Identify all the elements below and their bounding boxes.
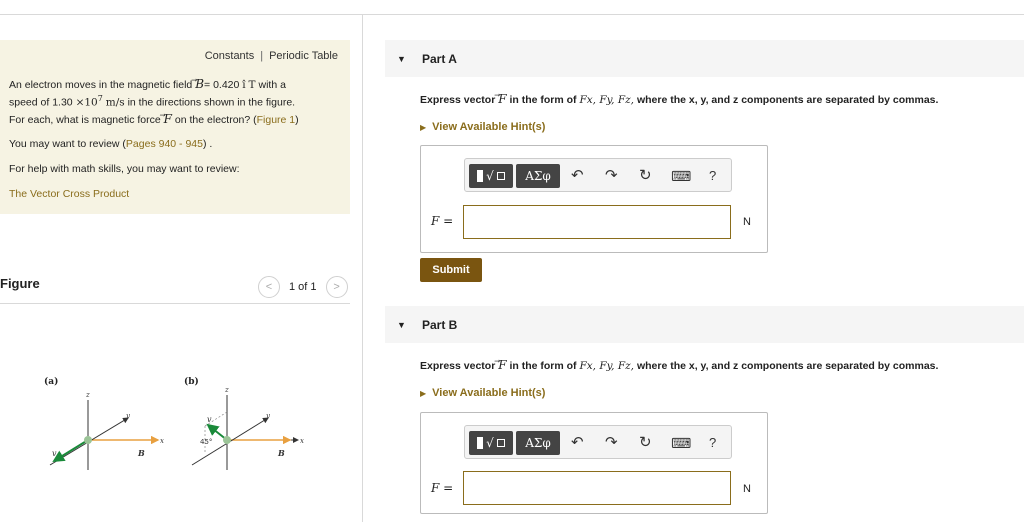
problem-line-1: An electron moves in the magnetic field … — [9, 77, 286, 91]
undo-icon[interactable]: ↶ — [571, 433, 584, 453]
svg-text:B: B — [137, 448, 145, 458]
column-divider — [362, 14, 363, 522]
svg-text:x: x — [300, 437, 304, 445]
templates-button[interactable]: √ — [469, 164, 513, 188]
part-a-hint-link[interactable]: ▶ View Available Hint(s) — [420, 121, 545, 133]
keyboard-icon[interactable]: ⌨ — [671, 433, 691, 453]
greek-symbols-button[interactable]: ΑΣφ — [516, 431, 560, 455]
part-b-header[interactable] — [385, 306, 1024, 343]
diagram-b: z y x v 45° B — [191, 386, 304, 470]
part-b-hint-link[interactable]: ▶ View Available Hint(s) — [420, 387, 545, 399]
svg-text:v: v — [207, 415, 212, 424]
pages-link[interactable]: Pages 940 - 945 — [126, 138, 203, 150]
part-a-submit-button[interactable]: Submit — [420, 258, 482, 282]
constants-link[interactable]: Constants — [205, 50, 255, 62]
svg-text:y: y — [125, 412, 131, 420]
problem-line-2: speed of 1.30 ×107 m/s in the directions… — [9, 94, 296, 109]
figure-1-link[interactable]: Figure 1 — [257, 114, 296, 126]
part-b-answer-input[interactable] — [463, 471, 731, 505]
redo-icon[interactable]: ↷ — [605, 433, 618, 453]
figure-diagram: (a) z y x v B (b) z y x v 45° B — [44, 376, 304, 470]
part-b-eq-label: F = — [431, 481, 454, 495]
svg-text:x: x — [160, 437, 164, 445]
part-a-math-toolbar: √ ΑΣφ ↶ ↷ ↻ ⌨ ? — [464, 158, 732, 192]
help-icon[interactable]: ? — [709, 433, 716, 453]
svg-text:z: z — [224, 386, 229, 394]
greek-symbols-button[interactable]: ΑΣφ — [516, 164, 560, 188]
part-b-answer-box: √ ΑΣφ ↶ ↷ ↻ ⌨ ? F = N — [420, 412, 768, 514]
svg-text:B: B — [277, 448, 285, 458]
figure-title: Figure — [0, 276, 40, 291]
reset-icon[interactable]: ↻ — [639, 166, 652, 186]
keyboard-icon[interactable]: ⌨ — [671, 166, 691, 186]
problem-statement: Constants | Periodic Table An electron mov… — [0, 40, 350, 214]
part-b-unit: N — [743, 483, 751, 495]
resource-links: Constants | Periodic Table — [205, 50, 338, 62]
figure-label-b: (b) — [184, 376, 199, 387]
problem-line-5: For help with math skills, you may want … — [9, 163, 240, 175]
periodic-table-link[interactable]: Periodic Table — [269, 50, 338, 62]
electron-a — [84, 436, 92, 444]
figure-separator — [0, 303, 350, 304]
vector-F-symbol: ⃗F — [163, 112, 172, 126]
problem-line-4: You may want to review (Pages 940 - 945)… — [9, 138, 213, 150]
figure-pager: < 1 of 1 > — [258, 276, 348, 298]
part-b-math-toolbar: √ ΑΣφ ↶ ↷ ↻ ⌨ ? — [464, 425, 732, 459]
undo-icon[interactable]: ↶ — [571, 166, 584, 186]
redo-icon[interactable]: ↷ — [605, 166, 618, 186]
prev-figure-button[interactable]: < — [258, 276, 280, 298]
part-b-title: Part B — [422, 318, 458, 332]
problem-line-3: For each, what is magnetic force ⃗F on t… — [9, 112, 299, 126]
reset-icon[interactable]: ↻ — [639, 433, 652, 453]
help-icon[interactable]: ? — [709, 166, 716, 186]
links-separator: | — [260, 50, 264, 62]
vector-cross-product-link[interactable]: The Vector Cross Product — [9, 188, 129, 200]
part-a-answer-box: √ ΑΣφ ↶ ↷ ↻ ⌨ ? F = N — [420, 145, 768, 253]
part-a-collapse-icon[interactable]: ▼ — [397, 54, 406, 64]
svg-text:z: z — [85, 391, 90, 399]
vector-B-symbol: ⃗B — [195, 77, 205, 91]
part-b-instructions: Express vector ⃗F in the form of Fx, Fy,… — [420, 358, 939, 372]
v-vector-a — [52, 439, 89, 463]
angle-label: 45° — [200, 438, 212, 446]
caret-right-icon: ▶ — [420, 123, 427, 132]
caret-right-icon: ▶ — [420, 389, 427, 398]
next-figure-button[interactable]: > — [325, 276, 348, 298]
diagram-a: z y x v B — [49, 391, 164, 470]
part-a-instructions: Express vector ⃗F in the form of Fx, Fy,… — [420, 92, 939, 106]
svg-text:y: y — [265, 412, 271, 420]
part-a-eq-label: F = — [431, 214, 454, 228]
templates-button[interactable]: √ — [469, 431, 513, 455]
part-b-collapse-icon[interactable]: ▼ — [397, 320, 406, 330]
electron-b — [223, 436, 231, 444]
part-a-unit: N — [743, 216, 751, 228]
svg-text:v: v — [52, 449, 57, 458]
part-a-answer-input[interactable] — [463, 205, 731, 239]
figure-label-a: (a) — [44, 376, 58, 387]
figure-page-count: 1 of 1 — [289, 281, 317, 293]
part-a-header[interactable] — [385, 40, 1024, 77]
top-border — [0, 14, 1024, 15]
part-a-title: Part A — [422, 52, 457, 66]
